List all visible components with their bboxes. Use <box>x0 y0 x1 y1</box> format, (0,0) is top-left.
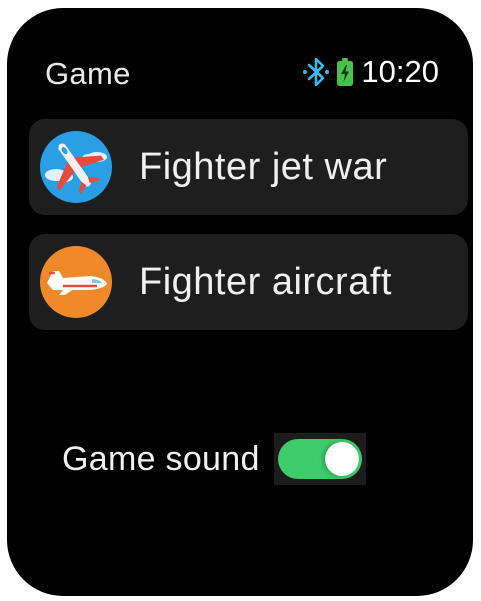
game-sound-setting: Game sound <box>62 433 366 485</box>
game-item-fighter-aircraft[interactable]: Fighter aircraft <box>29 234 468 330</box>
game-item-fighter-jet-war[interactable]: Fighter jet war <box>29 119 468 215</box>
game-sound-toggle-area[interactable] <box>273 433 366 485</box>
toggle-knob <box>324 442 359 476</box>
game-sound-label: Game sound <box>62 439 260 478</box>
battery-charging-icon <box>337 58 354 86</box>
watch-screen: Game 10:20 Fighter jet war Fighter aircr… <box>7 8 473 596</box>
fighter-aircraft-icon <box>40 246 112 318</box>
game-label: Fighter aircraft <box>139 260 392 303</box>
page-title: Game <box>45 56 131 91</box>
game-label: Fighter jet war <box>139 145 388 188</box>
status-bar: 10:20 <box>301 54 439 90</box>
fighter-jet-war-icon <box>40 131 112 203</box>
game-sound-toggle[interactable] <box>277 439 362 479</box>
clock-time: 10:20 <box>361 54 439 89</box>
bluetooth-icon <box>303 57 330 87</box>
